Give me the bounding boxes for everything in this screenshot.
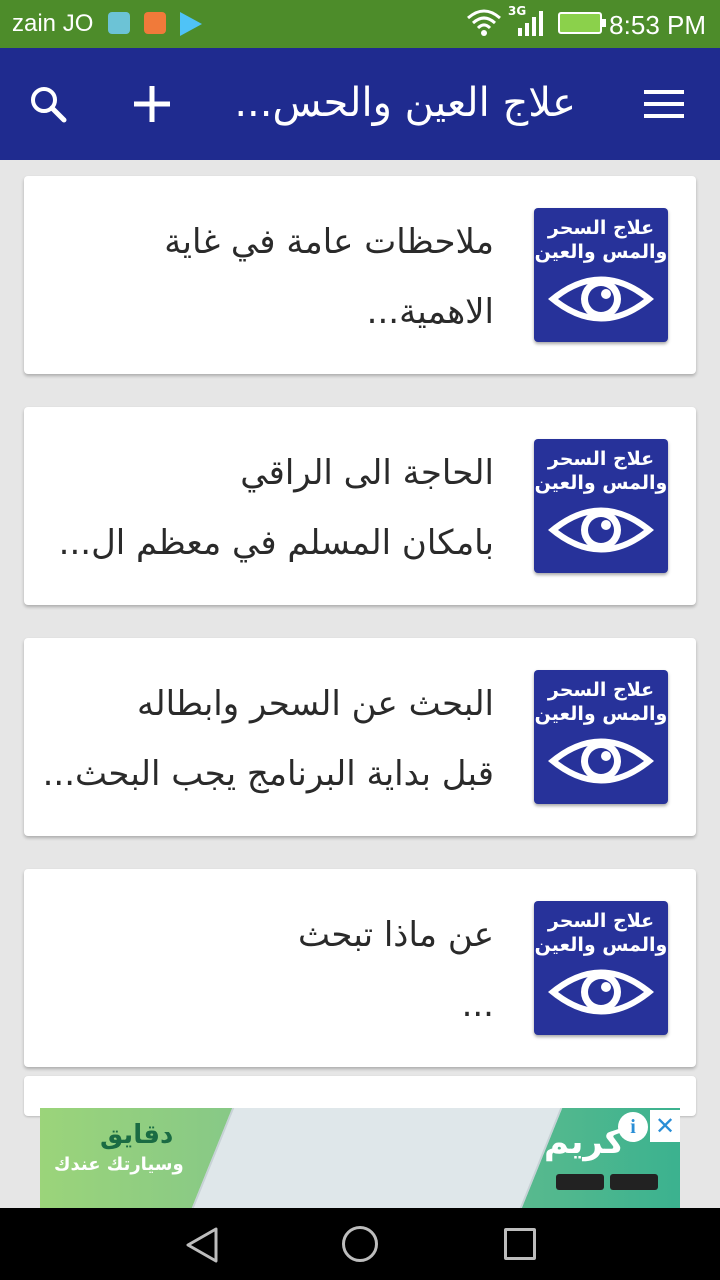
thumbnail-line-2: والمس والعين: [534, 934, 668, 956]
item-subtitle: الاهمية...: [366, 292, 494, 332]
thumbnail-line-2: والمس والعين: [534, 241, 668, 263]
thumbnail-caption: علاج السحر والمس والعين: [534, 447, 668, 495]
system-nav-bar: [0, 1208, 720, 1280]
list-item[interactable]: علاج السحر والمس والعين الحاجة الى الراق…: [24, 407, 696, 605]
thumbnail-caption: علاج السحر والمس والعين: [534, 909, 668, 957]
battery-icon: [558, 12, 606, 34]
ad-close-icon[interactable]: ✕: [650, 1110, 680, 1142]
thumbnail-line-1: علاج السحر: [547, 679, 655, 701]
google-play-badge: [610, 1174, 658, 1190]
list-item[interactable]: علاج السحر والمس والعين البحث عن السحر و…: [24, 638, 696, 836]
play-store-icon: [180, 12, 202, 36]
thumbnail-line-2: والمس والعين: [534, 472, 668, 494]
thumbnail-line-2: والمس والعين: [534, 703, 668, 725]
item-subtitle: ...: [461, 985, 494, 1025]
android-notification-icon: [108, 12, 130, 34]
thumbnail-line-1: علاج السحر: [547, 910, 655, 932]
wifi-icon: [467, 9, 501, 36]
ad-tagline: وسيارتك عندك: [54, 1154, 184, 1175]
home-icon[interactable]: [342, 1226, 378, 1262]
eye-icon: [548, 507, 654, 553]
ad-map-image: [183, 1108, 567, 1208]
thumbnail-line-1: علاج السحر: [547, 448, 655, 470]
thumbnail-caption: علاج السحر والمس والعين: [534, 678, 668, 726]
item-title: البحث عن السحر وابطاله: [137, 684, 494, 724]
menu-icon[interactable]: [644, 88, 684, 120]
thumbnail-line-1: علاج السحر: [547, 217, 655, 239]
missed-call-icon: [144, 12, 166, 34]
thumbnail-caption: علاج السحر والمس والعين: [534, 216, 668, 264]
page-title: علاج العين والحس...: [234, 80, 576, 126]
app-store-badge: [556, 1174, 604, 1190]
ad-banner[interactable]: دقايق وسيارتك عندك كريم i ✕: [40, 1108, 680, 1208]
item-thumbnail: علاج السحر والمس والعين: [534, 670, 668, 804]
search-icon[interactable]: [28, 84, 68, 124]
article-list: علاج السحر والمس والعين ملاحظات عامة في …: [24, 176, 696, 1100]
app-toolbar: علاج العين والحس...: [0, 48, 720, 160]
add-icon[interactable]: [130, 82, 174, 126]
item-title: عن ماذا تبحث: [298, 915, 494, 955]
eye-icon: [548, 969, 654, 1015]
eye-icon: [548, 738, 654, 784]
clock: 8:53 PM: [609, 10, 706, 40]
ad-headline: دقايق: [100, 1120, 174, 1150]
item-thumbnail: علاج السحر والمس والعين: [534, 901, 668, 1035]
item-subtitle: قبل بداية البرنامج يجب البحث...: [42, 754, 494, 794]
status-bar: zain JO 3G 8:53 PM: [0, 0, 720, 48]
item-title: الحاجة الى الراقي: [240, 453, 494, 493]
list-item[interactable]: علاج السحر والمس والعين ملاحظات عامة في …: [24, 176, 696, 374]
signal-icon: [518, 11, 543, 36]
item-title: ملاحظات عامة في غاية: [164, 222, 494, 262]
recent-apps-icon[interactable]: [504, 1228, 536, 1260]
list-item[interactable]: علاج السحر والمس والعين عن ماذا تبحث ...: [24, 869, 696, 1067]
item-thumbnail: علاج السحر والمس والعين: [534, 208, 668, 342]
eye-icon: [548, 276, 654, 322]
item-subtitle: بامكان المسلم في معظم ال...: [58, 523, 494, 563]
ad-brand-logo: كريم: [544, 1122, 625, 1162]
back-icon[interactable]: [184, 1226, 220, 1264]
ad-info-icon[interactable]: i: [618, 1112, 648, 1142]
item-thumbnail: علاج السحر والمس والعين: [534, 439, 668, 573]
carrier-name: zain JO: [12, 10, 94, 37]
